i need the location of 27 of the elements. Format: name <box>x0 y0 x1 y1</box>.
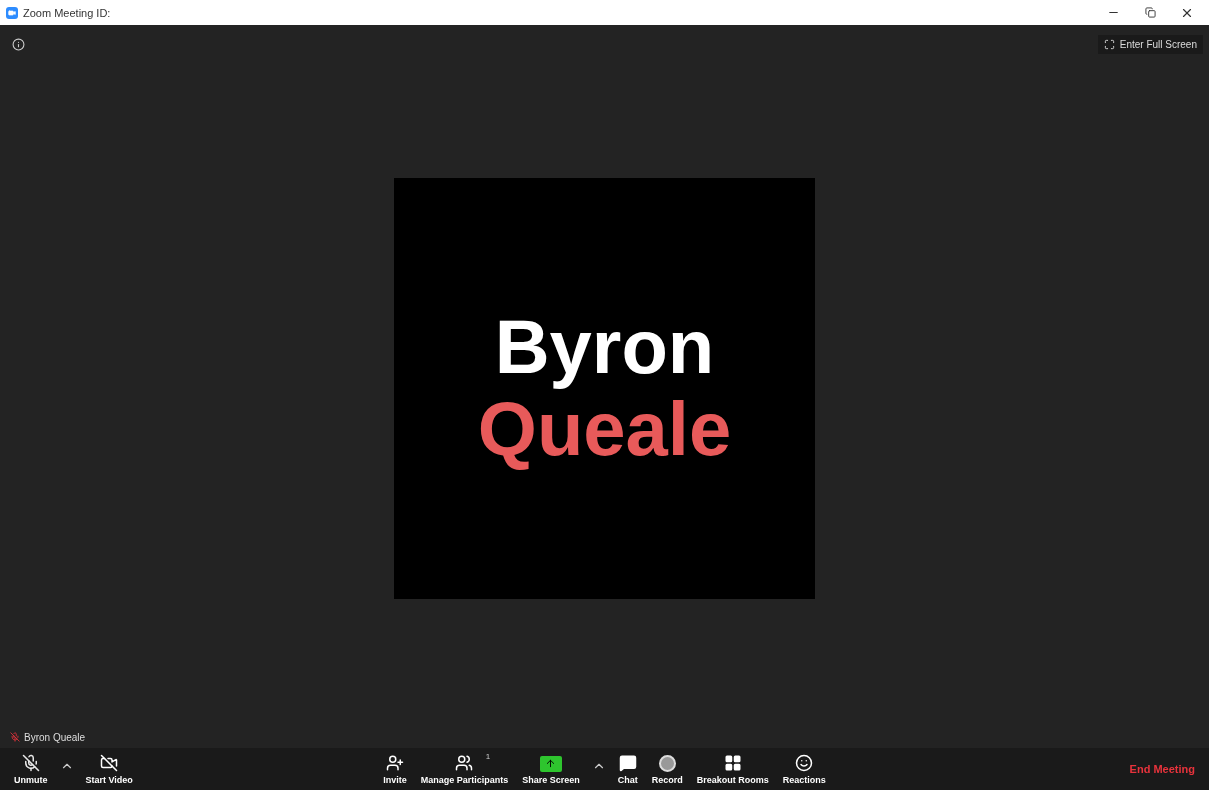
grid-icon <box>723 753 742 772</box>
share-screen-icon <box>540 755 562 772</box>
chat-icon <box>618 753 637 772</box>
app-logo-icon <box>6 6 18 19</box>
fullscreen-button[interactable]: Enter Full Screen <box>1097 34 1203 54</box>
smiley-icon <box>795 753 814 772</box>
toolbar-button[interactable]: Invite <box>379 751 411 787</box>
participant-name: Queale <box>477 388 732 470</box>
toolbar-button[interactable]: Start Video <box>81 751 137 787</box>
toolbar-button[interactable]: Breakout Rooms <box>692 751 773 787</box>
restore-icon[interactable] <box>1144 7 1156 18</box>
toolbar-button[interactable]: Chat <box>613 751 642 787</box>
participant-count: 1 <box>485 751 491 761</box>
toolbar-button[interactable]: Record <box>647 752 687 787</box>
participant-label: Byron Queale <box>24 731 86 743</box>
toolbar-button[interactable]: Unmute <box>10 751 52 787</box>
end-meeting-button[interactable]: End Meeting <box>1123 762 1201 776</box>
toolbar-button[interactable]: Manage Participants 1 <box>416 751 513 787</box>
people-icon <box>455 753 474 772</box>
info-icon[interactable] <box>12 37 25 51</box>
toolbar-button[interactable]: Reactions <box>778 751 830 787</box>
participant-name: Byron <box>494 306 715 388</box>
toolbar-button[interactable]: Share Screen <box>518 753 584 787</box>
window-title: Zoom Meeting ID: <box>23 6 112 19</box>
record-icon <box>658 754 676 772</box>
fullscreen-icon <box>1103 38 1115 50</box>
add-person-icon <box>385 753 404 772</box>
